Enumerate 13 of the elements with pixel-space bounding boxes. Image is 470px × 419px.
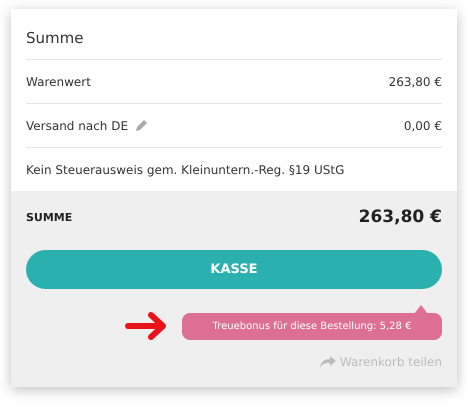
- share-icon: [320, 356, 336, 368]
- tax-note: Kein Steuerausweis gem. Kleinuntern.-Reg. §19 UStG: [26, 162, 344, 176]
- total-label: SUMME: [26, 210, 72, 224]
- badge-tail: [414, 304, 428, 314]
- row-amount: 263,80 €: [388, 74, 442, 88]
- total-amount: 263,80 €: [358, 207, 442, 227]
- row-label: Warenwert: [26, 74, 91, 88]
- summary-title: Summe: [26, 29, 84, 49]
- row-amount: 0,00 €: [404, 118, 442, 132]
- checkout-button[interactable]: KASSE: [26, 250, 442, 289]
- arrow-icon: [124, 311, 168, 341]
- pencil-icon[interactable]: [134, 118, 148, 132]
- row-label: Versand nach DE: [26, 118, 128, 132]
